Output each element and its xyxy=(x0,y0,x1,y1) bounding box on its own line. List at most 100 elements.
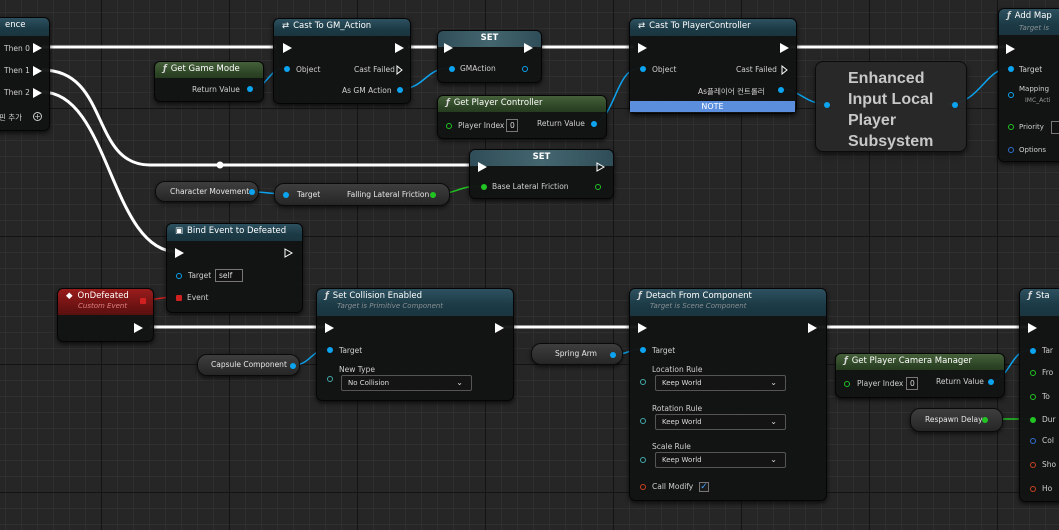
return-value-out-pin[interactable] xyxy=(591,121,597,127)
get-game-mode-node[interactable]: ƒ Get Game Mode Return Value xyxy=(154,61,264,102)
base-friction-in-pin[interactable] xyxy=(481,184,487,190)
exec-out-pin[interactable] xyxy=(395,43,404,53)
from-alpha-in-pin[interactable] xyxy=(1030,370,1036,376)
exec-out-pin[interactable] xyxy=(808,323,817,333)
cast-pc-title: ⇄ Cast To PlayerController xyxy=(630,19,796,36)
gm-action-in-pin[interactable] xyxy=(449,66,455,72)
exec-out-pin[interactable] xyxy=(524,43,533,53)
exec-in-pin[interactable] xyxy=(283,43,292,53)
player-index-in-pin[interactable] xyxy=(446,123,452,129)
cast-gm-action-node[interactable]: ⇄ Cast To GM_Action Object Cast Failed As… xyxy=(273,18,411,104)
on-defeated-event-node[interactable]: ◆ OnDefeated Custom Event xyxy=(57,288,154,342)
capsule-component-variable[interactable]: Capsule Component xyxy=(197,354,300,376)
should-fade-audio-in-pin[interactable] xyxy=(1030,462,1036,468)
exec-out-pin[interactable] xyxy=(596,162,605,172)
get-camera-manager-node[interactable]: ƒ Get Player Camera Manager Player Index … xyxy=(835,353,1005,398)
player-index-input[interactable]: 0 xyxy=(506,119,518,132)
event-in-pin[interactable] xyxy=(176,295,182,301)
object-in-pin[interactable] xyxy=(284,66,290,72)
target-in-pin[interactable] xyxy=(1030,348,1036,354)
exec-out-pin[interactable] xyxy=(33,43,42,53)
target-in-pin[interactable] xyxy=(327,347,333,353)
options-in-pin[interactable] xyxy=(1008,147,1014,153)
character-movement-out-pin[interactable] xyxy=(249,189,255,195)
exec-in-pin[interactable] xyxy=(1006,44,1015,54)
location-rule-in-pin[interactable] xyxy=(640,379,646,385)
detach-from-component-node[interactable]: ƒ Detach From Component Target is Scene C… xyxy=(629,288,827,501)
sequence-node[interactable]: ence Then 0 Then 1 Then 2 핀 추가 + xyxy=(0,17,50,131)
enhanced-input-subsystem-node[interactable]: Enhanced Input Local Player Subsystem xyxy=(815,61,967,152)
player-index-input[interactable]: 0 xyxy=(906,377,918,390)
call-modify-in-pin[interactable] xyxy=(640,484,646,490)
delegate-out-pin[interactable] xyxy=(140,298,146,304)
spring-arm-out-pin[interactable] xyxy=(610,352,616,358)
cast-failed-exec-pin[interactable] xyxy=(396,65,403,75)
character-movement-variable[interactable]: Character Movement xyxy=(155,181,259,202)
subsystem-out-pin[interactable] xyxy=(952,102,958,108)
duration-in-pin[interactable] xyxy=(1030,417,1036,423)
as-player-controller-out-pin[interactable] xyxy=(778,87,784,93)
exec-in-pin[interactable] xyxy=(1028,323,1037,333)
exec-out-pin[interactable] xyxy=(284,248,293,258)
return-value-out-pin[interactable] xyxy=(247,86,253,92)
color-in-pin[interactable] xyxy=(1030,438,1036,444)
set-friction-node[interactable]: SET Base Lateral Friction xyxy=(469,149,614,199)
cast-failed-exec-pin[interactable] xyxy=(781,65,788,75)
exec-in-pin[interactable] xyxy=(478,162,487,172)
target-in-pin[interactable] xyxy=(1008,66,1014,72)
respawn-delay-out-pin[interactable] xyxy=(982,417,988,423)
new-type-dropdown[interactable]: No Collision ⌄ xyxy=(341,375,472,391)
get-player-controller-node[interactable]: ƒ Get Player Controller Player Index 0 Re… xyxy=(437,95,607,139)
capsule-out-pin[interactable] xyxy=(290,363,296,369)
falling-friction-getter[interactable]: Target Falling Lateral Friction xyxy=(274,183,450,206)
player-index-in-pin[interactable] xyxy=(844,381,850,387)
exec-out-pin[interactable] xyxy=(134,323,143,333)
exec-in-pin[interactable] xyxy=(444,43,453,53)
rotation-rule-in-pin[interactable] xyxy=(640,418,646,424)
exec-in-pin[interactable] xyxy=(325,323,334,333)
exec-out-pin[interactable] xyxy=(495,323,504,333)
priority-in-pin[interactable] xyxy=(1008,124,1014,130)
call-modify-checkbox[interactable]: ✓ xyxy=(699,482,709,492)
falling-friction-out-pin[interactable] xyxy=(430,192,436,198)
target-in-pin[interactable] xyxy=(640,347,646,353)
exec-out-pin[interactable] xyxy=(33,66,42,76)
get-game-mode-title: ƒ Get Game Mode xyxy=(155,62,263,78)
exec-in-pin[interactable] xyxy=(638,323,647,333)
new-type-in-pin[interactable] xyxy=(327,376,333,382)
set-collision-node[interactable]: ƒ Set Collision Enabled Target is Primiti… xyxy=(316,288,514,401)
note-bar[interactable]: NOTE xyxy=(630,101,795,112)
target-self-input[interactable]: self xyxy=(215,269,243,282)
base-friction-out-pin[interactable] xyxy=(595,184,601,190)
target-label: Target xyxy=(188,271,212,280)
to-alpha-in-pin[interactable] xyxy=(1030,394,1036,400)
priority-input[interactable] xyxy=(1051,121,1059,134)
exec-out-pin[interactable] xyxy=(33,88,42,98)
add-pin-button[interactable]: 핀 추가 xyxy=(0,112,22,123)
cast-player-controller-node[interactable]: ⇄ Cast To PlayerController Object Cast Fa… xyxy=(629,18,797,114)
target-in-pin[interactable] xyxy=(283,192,289,198)
subsystem-in-pin[interactable] xyxy=(824,102,830,108)
mapping-value[interactable]: IMC_Acti xyxy=(1025,97,1050,104)
bind-event-node[interactable]: ▣ Bind Event to Defeated Target self Even… xyxy=(166,223,303,313)
set-gm-action-node[interactable]: SET GMAction xyxy=(437,30,542,83)
return-value-out-pin[interactable] xyxy=(988,379,994,385)
exec-out-pin[interactable] xyxy=(780,43,789,53)
respawn-delay-variable[interactable]: Respawn Delay xyxy=(910,408,1003,432)
location-rule-dropdown[interactable]: Keep World ⌄ xyxy=(655,375,786,391)
exec-in-pin[interactable] xyxy=(175,248,184,258)
mapping-in-pin[interactable] xyxy=(1008,92,1014,98)
target-in-pin[interactable] xyxy=(176,273,182,279)
rotation-rule-dropdown[interactable]: Keep World ⌄ xyxy=(655,414,786,430)
as-gm-action-out-pin[interactable] xyxy=(397,87,403,93)
hold-when-finished-in-pin[interactable] xyxy=(1030,486,1036,492)
spring-arm-variable[interactable]: Spring Arm xyxy=(531,343,623,365)
exec-in-pin[interactable] xyxy=(638,43,647,53)
gm-action-out-pin[interactable] xyxy=(522,66,528,72)
start-camera-fade-node[interactable]: ƒ Sta Tar Fro To Dur Col Sho Ho xyxy=(1019,288,1059,502)
add-mapping-context-node[interactable]: ƒ Add Map Target is Target Mapping IMC_Ac… xyxy=(998,8,1059,162)
scale-rule-dropdown[interactable]: Keep World ⌄ xyxy=(655,452,786,468)
object-in-pin[interactable] xyxy=(640,66,646,72)
scale-rule-in-pin[interactable] xyxy=(640,457,646,463)
add-pin-icon[interactable]: + xyxy=(33,112,42,121)
